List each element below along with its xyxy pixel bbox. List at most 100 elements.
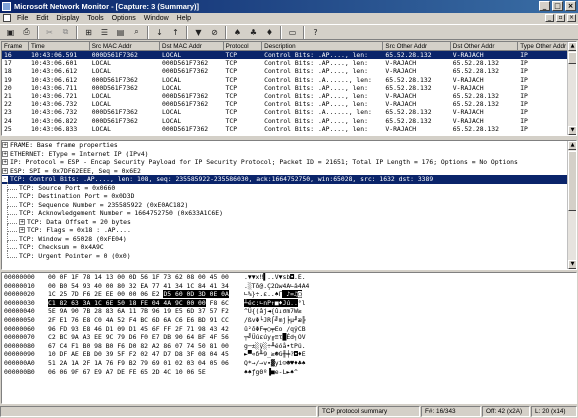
save-button[interactable]: ▣: [3, 26, 18, 39]
table-row[interactable]: 20 10:43:06.711 000D561F7362 LOCAL TCP Contro…: [2, 84, 576, 92]
expand-icon[interactable]: +: [2, 159, 8, 166]
expand-icon[interactable]: +: [19, 218, 25, 225]
hex-row[interactable]: 00000090 10 DF AE EB D0 39 5F F2 02 47 D7…: [2, 350, 576, 359]
detail-pane-button[interactable]: ▤: [113, 26, 128, 39]
filter-button[interactable]: ▼: [191, 26, 206, 39]
expand-icon[interactable]: +: [2, 167, 8, 174]
previous-frame-button[interactable]: ↓: [152, 26, 167, 39]
menu-edit[interactable]: Edit: [32, 13, 52, 24]
child-restore-button[interactable]: ▫: [556, 14, 565, 22]
detail-line[interactable]: TCP: Acknowledgement Number = 1664752750…: [2, 207, 576, 218]
find-button[interactable]: ♠: [230, 26, 245, 39]
detail-pane[interactable]: + FRAME: Base frame properties + ETHERNET: …: [1, 140, 577, 270]
cut-button[interactable]: ✂: [42, 26, 57, 39]
detail-line[interactable]: TCP: Sequence Number = 235585922 (0xE0AC…: [2, 198, 576, 210]
detail-line[interactable]: TCP: Checksum = 0x4A9C: [2, 241, 576, 252]
table-row[interactable]: 22 10:43:06.732 LOCAL 000D561F7362 TCP Contro…: [2, 100, 576, 108]
hex-row[interactable]: 000000A0 51 2A 1A 2F 1A 76 F9 B2 79 69 01…: [2, 359, 576, 368]
table-row[interactable]: 18 10:43:06.612 LOCAL 000D561F7362 TCP Contro…: [2, 67, 576, 75]
column-header[interactable]: Protocol: [223, 42, 263, 51]
hex-highlight-bytes: C1 82 63 3A 1C 6E 50 18 FE 04 4A 9C 00 0…: [48, 298, 206, 307]
hex-row[interactable]: 00000060 96 FD 93 E8 46 D1 09 D1 45 6F FF…: [2, 325, 576, 334]
table-row[interactable]: 17 10:43:06.601 LOCAL 000D561F7362 TCP Contro…: [2, 59, 576, 67]
find-next-button[interactable]: ♣: [246, 26, 261, 39]
next-frame-icon: ↑: [172, 27, 179, 37]
table-cell: LOCAL: [91, 91, 111, 100]
print-button[interactable]: ⎙: [19, 26, 34, 39]
scroll-down-arrow-icon[interactable]: ▼: [568, 126, 576, 135]
hex-row[interactable]: 000000B0 06 06 9F 67 E9 A7 DE FE 65 2D 4C…: [2, 368, 576, 377]
table-row[interactable]: 19 10:43:06.612 000D561F7362 LOCAL TCP Contro…: [2, 76, 576, 84]
child-minimize-button[interactable]: _: [545, 14, 554, 22]
table-row[interactable]: 23 10:43:06.732 000D561F7362 LOCAL TCP Contro…: [2, 108, 576, 116]
scroll-thumb[interactable]: [568, 151, 576, 211]
expand-icon[interactable]: +: [19, 227, 25, 234]
hex-row[interactable]: 00000050 2F E1 76 E8 C0 4A 52 F4 BC 6D 6A…: [2, 316, 576, 325]
detail-line[interactable]: TCP: Urgent Pointer = 0 (0x0): [2, 249, 576, 261]
detail-scrollbar[interactable]: ▲ ▼: [567, 141, 576, 269]
close-button[interactable]: ×: [565, 1, 576, 11]
menu-help[interactable]: Help: [173, 13, 195, 24]
toolbar-separator: [186, 25, 188, 39]
menu-file[interactable]: File: [13, 13, 32, 24]
menu-display[interactable]: Display: [52, 13, 83, 24]
menu-window[interactable]: Window: [140, 13, 173, 24]
pane-layout-button[interactable]: ☰: [97, 26, 112, 39]
scroll-down-arrow-icon[interactable]: ▼: [568, 260, 576, 269]
hex-offset: 00000080: [4, 341, 35, 350]
print-preview-button[interactable]: ⊞: [81, 26, 96, 39]
hex-row[interactable]: 00000070 C2 BC 9A A3 EE 9C 79 D6 F0 E7 DB…: [2, 333, 576, 342]
column-header[interactable]: Dst Other Addr: [450, 42, 519, 51]
menu-tools[interactable]: Tools: [83, 13, 107, 24]
copy-button[interactable]: ⧉: [58, 26, 73, 39]
column-header[interactable]: Dst MAC Addr: [160, 42, 224, 51]
hex-row[interactable]: 00000020 1C 25 7D F6 2E EE 00 00 06 E2 D5…: [2, 290, 576, 299]
scroll-up-arrow-icon[interactable]: ▲: [568, 42, 576, 51]
scroll-thumb[interactable]: [568, 52, 576, 64]
column-header[interactable]: Src MAC Addr: [89, 42, 161, 51]
minimize-button[interactable]: _: [539, 1, 550, 11]
detail-line[interactable]: TCP: Source Port = 0x0660: [2, 181, 576, 193]
detail-line[interactable]: - TCP: Control Bits: .AP...., len: 108, s…: [2, 175, 576, 184]
find-previous-button[interactable]: ♦: [262, 26, 277, 39]
scroll-up-arrow-icon[interactable]: ▲: [568, 141, 576, 150]
expand-icon[interactable]: +: [2, 150, 8, 157]
hex-row[interactable]: 00000040 5E 9A 90 7B 28 83 6A 11 7B 96 19…: [2, 307, 576, 316]
hex-bytes: C2 BC 9A A3 EE 9C 79 D6 F0 E7 DB 90 64 B…: [42, 333, 238, 342]
maximize-button[interactable]: □: [552, 1, 563, 11]
detail-line[interactable]: + ESP: SPI = 0x7DF62EEE, Seq = 0x6E2: [2, 167, 576, 176]
detail-line[interactable]: + IP: Protocol = ESP - Encap Security Pay…: [2, 158, 576, 167]
child-close-button[interactable]: ×: [567, 14, 576, 22]
column-header[interactable]: Time: [29, 42, 90, 51]
document-icon[interactable]: [3, 14, 11, 22]
table-row[interactable]: 16 10:43:06.591 000D561F7362 LOCAL TCP Contro…: [2, 51, 576, 60]
column-header[interactable]: Src Other Addr: [383, 42, 451, 51]
hex-row[interactable]: 00000010 00 B0 54 93 40 00 80 32 EA 77 41…: [2, 282, 576, 291]
table-row[interactable]: 21 10:43:06.721 LOCAL 000D561F7362 TCP Contro…: [2, 92, 576, 100]
menu-options[interactable]: Options: [108, 13, 140, 24]
table-row[interactable]: 24 10:43:06.822 000D561F7362 LOCAL TCP Contro…: [2, 117, 576, 125]
detail-line[interactable]: + FRAME: Base frame properties: [2, 141, 576, 150]
column-header[interactable]: Description: [262, 42, 384, 51]
detail-line[interactable]: + TCP: Data Offset = 20 bytes: [2, 215, 576, 227]
frame-list-scrollbar[interactable]: ▲ ▼: [567, 42, 576, 135]
detail-text: TCP: Source Port = 0x0660: [19, 183, 116, 192]
detail-line[interactable]: TCP: Destination Port = 0x0D3D: [2, 190, 576, 201]
expand-icon[interactable]: +: [2, 142, 8, 149]
help-button[interactable]: ?: [308, 26, 323, 39]
display-filter-button[interactable]: ⊘: [207, 26, 222, 39]
detail-line[interactable]: TCP: Window = 65028 (0xFE04): [2, 232, 576, 244]
next-frame-button[interactable]: ↑: [168, 26, 183, 39]
zoom-button[interactable]: ⌕: [129, 26, 144, 39]
table-cell: Control Bits: .AP...., len:: [264, 124, 368, 133]
detail-line[interactable]: + ETHERNET: EType = Internet IP (IPv4): [2, 150, 576, 159]
column-header[interactable]: Frame: [2, 42, 30, 51]
hex-pane[interactable]: 00000000 00 0F 1F 78 14 13 00 0D 56 1F 73…: [1, 272, 577, 404]
hex-row[interactable]: 00000000 00 0F 1F 78 14 13 00 0D 56 1F 73…: [2, 273, 576, 282]
detail-line[interactable]: + TCP: Flags = 0x18 : .AP....: [2, 224, 576, 235]
table-cell: V-RAJACH: [452, 51, 484, 59]
frame-summary-pane[interactable]: Frame Time Src MAC Addr Dst MAC Addr Protoco…: [1, 41, 577, 136]
table-row[interactable]: 25 10:43:06.833 LOCAL 000D561F7362 TCP Contro…: [2, 125, 576, 133]
hex-bytes: 51 2A 1A 2F 1A 76 F9 B2 79 69 01 02 03 0…: [42, 359, 238, 368]
options-button[interactable]: ▭: [285, 26, 300, 39]
